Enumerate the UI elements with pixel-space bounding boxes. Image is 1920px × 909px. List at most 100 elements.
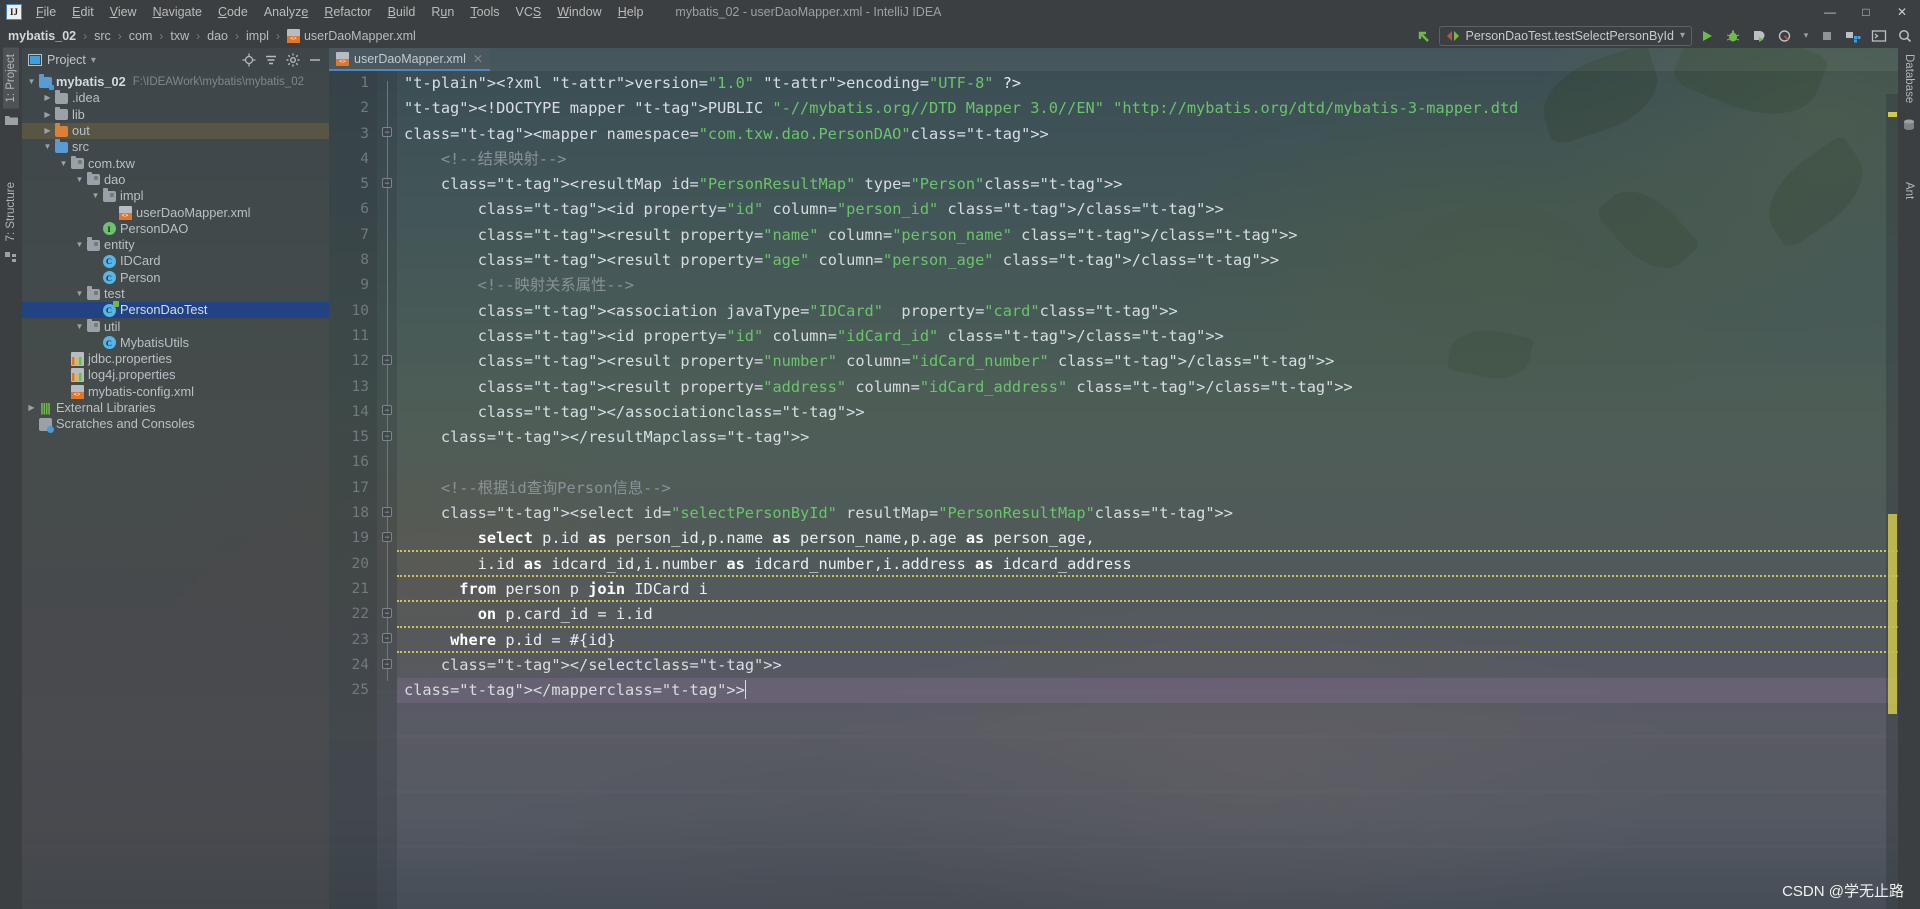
expand-arrow-icon[interactable]: ▼ <box>74 237 85 253</box>
expand-arrow-icon[interactable]: ▼ <box>26 74 37 90</box>
run-button[interactable] <box>1696 26 1718 46</box>
fold-marker[interactable]: − <box>382 178 392 188</box>
expand-arrow-icon[interactable]: ▼ <box>58 156 69 172</box>
code-line[interactable]: class="t-tag"><id property="id" column="… <box>397 324 1898 349</box>
sidebar-item-project[interactable]: 1: Project <box>3 48 19 109</box>
tree-node-idcard[interactable]: ▶CIDCard <box>22 253 329 269</box>
error-stripe-scrollbar[interactable] <box>1886 94 1898 909</box>
minimize-button[interactable]: — <box>1812 0 1848 23</box>
close-icon[interactable]: ✕ <box>473 52 483 66</box>
menu-edit[interactable]: Edit <box>64 3 102 21</box>
project-tree[interactable]: ▼ mybatis_02 F:\IDEAWork\mybatis\mybatis_0… <box>22 72 329 909</box>
breadcrumb-project[interactable]: mybatis_02 <box>6 28 78 44</box>
chevron-down-icon[interactable]: ▾ <box>1800 26 1812 46</box>
code-editor[interactable]: 1 2 3 4 5 6 7 8 9 10 11 12 13 14 15 16 17 18 19 20 21 22 23 24 2… <box>329 71 1898 909</box>
tree-node-entity[interactable]: ▼ entity <box>22 237 329 253</box>
code-line[interactable] <box>397 450 1898 475</box>
menu-file[interactable]: FFileile <box>28 3 64 21</box>
fold-marker[interactable]: − <box>382 608 392 618</box>
hide-panel-icon[interactable] <box>305 50 325 70</box>
code-line[interactable]: class="t-tag"><association javaType="IDC… <box>397 299 1898 324</box>
run-configuration-selector[interactable]: PersonDaoTest.testSelectPersonById ▾ <box>1438 25 1692 46</box>
code-line[interactable]: class="t-tag"><mapper namespace="com.txw… <box>397 122 1898 147</box>
expand-arrow-icon[interactable]: ▼ <box>74 319 85 335</box>
code-content[interactable]: "t-plain"><?xml "t-attr">version="1.0" "… <box>397 71 1898 909</box>
code-line[interactable]: class="t-tag"></resultMapclass="t-tag">> <box>397 425 1898 450</box>
code-line[interactable]: where p.id = #{id} <box>397 628 1898 653</box>
hide-toolbar-icon[interactable] <box>1413 26 1435 46</box>
fold-marker[interactable]: − <box>382 127 392 137</box>
tree-node-persondao[interactable]: ▶IPersonDAO <box>22 221 329 237</box>
code-line[interactable]: "t-tag"><!DOCTYPE mapper "t-tag">PUBLIC … <box>397 96 1898 121</box>
terminal-button[interactable] <box>1868 26 1890 46</box>
collapse-arrow-icon[interactable]: ▶ <box>42 107 53 123</box>
menu-refactor[interactable]: Refactor <box>316 3 379 21</box>
code-line[interactable]: class="t-tag"><result property="name" co… <box>397 223 1898 248</box>
tree-node-mybatisutils[interactable]: ▶CMybatisUtils <box>22 335 329 351</box>
folder-icon[interactable] <box>4 114 18 125</box>
code-line[interactable]: class="t-tag"><resultMap id="PersonResul… <box>397 172 1898 197</box>
code-line[interactable]: <!--映射关系属性--> <box>397 273 1898 298</box>
breadcrumb-src[interactable]: src <box>92 28 113 44</box>
structure-icon[interactable] <box>4 252 18 263</box>
tree-node--idea[interactable]: ▶ .idea <box>22 90 329 106</box>
expand-arrow-icon[interactable]: ▼ <box>90 188 101 204</box>
tree-node-lib[interactable]: ▶ lib <box>22 106 329 123</box>
fold-marker[interactable]: − <box>382 532 392 542</box>
tree-node-userdaomapper-xml[interactable]: ▶userDaoMapper.xml <box>22 204 329 220</box>
expand-arrow-icon[interactable]: ▼ <box>74 172 85 188</box>
fold-marker[interactable]: − <box>382 355 392 365</box>
warning-stripe-mark[interactable] <box>1888 112 1897 117</box>
collapse-arrow-icon[interactable]: ▶ <box>26 400 37 416</box>
tree-node-out[interactable]: ▶ out <box>22 122 329 140</box>
fold-marker[interactable]: − <box>382 507 392 517</box>
fold-marker[interactable]: − <box>382 405 392 415</box>
tree-node-dao[interactable]: ▼ dao <box>22 171 329 188</box>
tree-node-jdbc-properties[interactable]: ▶jdbc.properties <box>22 351 329 367</box>
search-everywhere-icon[interactable] <box>1894 26 1916 46</box>
tree-node-persondaotest[interactable]: ▶CPersonDaoTest <box>22 300 329 319</box>
tree-node-impl[interactable]: ▼ impl <box>22 188 329 204</box>
build-project-button[interactable] <box>1842 26 1864 46</box>
scrollbar-thumb[interactable] <box>1888 514 1897 714</box>
code-line[interactable]: class="t-tag"><select id="selectPersonBy… <box>397 501 1898 526</box>
tree-node-scratches-and-consoles[interactable]: ▶Scratches and Consoles <box>22 416 329 433</box>
stop-button[interactable] <box>1816 26 1838 46</box>
tree-node-com-txw[interactable]: ▼ com.txw <box>22 155 329 171</box>
sidebar-item-ant[interactable]: Ant <box>1901 176 1917 205</box>
code-line[interactable]: class="t-tag"><result property="number" … <box>397 349 1898 374</box>
breadcrumb-file[interactable]: userDaoMapper.xml <box>285 28 418 44</box>
menu-help[interactable]: Help <box>610 3 652 21</box>
code-line[interactable]: class="t-tag"></associationclass="t-tag"… <box>397 400 1898 425</box>
tree-node-src[interactable]: ▼ src <box>22 139 329 155</box>
tree-node-mybatis-02[interactable]: ▼ mybatis_02 F:\IDEAWork\mybatis\mybatis_0… <box>22 74 329 90</box>
code-line[interactable]: class="t-tag"><id property="id" column="… <box>397 197 1898 222</box>
code-line[interactable]: <!--结果映射--> <box>397 147 1898 172</box>
breadcrumb-com[interactable]: com <box>127 28 155 44</box>
debug-button[interactable] <box>1722 26 1744 46</box>
collapse-all-icon[interactable] <box>261 50 281 70</box>
menu-run[interactable]: Run <box>423 3 462 21</box>
chevron-down-icon[interactable]: ▾ <box>91 55 96 66</box>
code-line[interactable]: class="t-tag"></selectclass="t-tag">> <box>397 653 1898 678</box>
tree-node-util[interactable]: ▼ util <box>22 318 329 334</box>
tree-node-external-libraries[interactable]: ▶ |||| External Libraries <box>22 400 329 416</box>
menu-code[interactable]: Code <box>210 3 256 21</box>
profile-button[interactable] <box>1774 26 1796 46</box>
code-line[interactable]: select p.id as person_id,p.name as perso… <box>397 526 1898 552</box>
breadcrumb-dao[interactable]: dao <box>205 28 230 44</box>
locate-icon[interactable] <box>239 50 259 70</box>
code-line[interactable]: class="t-tag"><result property="age" col… <box>397 248 1898 273</box>
code-line[interactable]: "t-plain"><?xml "t-attr">version="1.0" "… <box>397 71 1898 96</box>
tree-node-person[interactable]: ▶CPerson <box>22 270 329 286</box>
expand-arrow-icon[interactable]: ▼ <box>74 286 85 302</box>
sidebar-item-structure[interactable]: 7: Structure <box>3 176 19 247</box>
run-with-coverage-button[interactable] <box>1748 26 1770 46</box>
tree-node-log4j-properties[interactable]: ▶log4j.properties <box>22 367 329 383</box>
breadcrumb-impl[interactable]: impl <box>244 28 271 44</box>
menu-tools[interactable]: Tools <box>462 3 507 21</box>
collapse-arrow-icon[interactable]: ▶ <box>42 90 53 106</box>
fold-marker[interactable]: − <box>382 633 392 643</box>
code-line[interactable]: on p.card_id = i.id <box>397 602 1898 628</box>
menu-window[interactable]: Window <box>549 3 609 21</box>
